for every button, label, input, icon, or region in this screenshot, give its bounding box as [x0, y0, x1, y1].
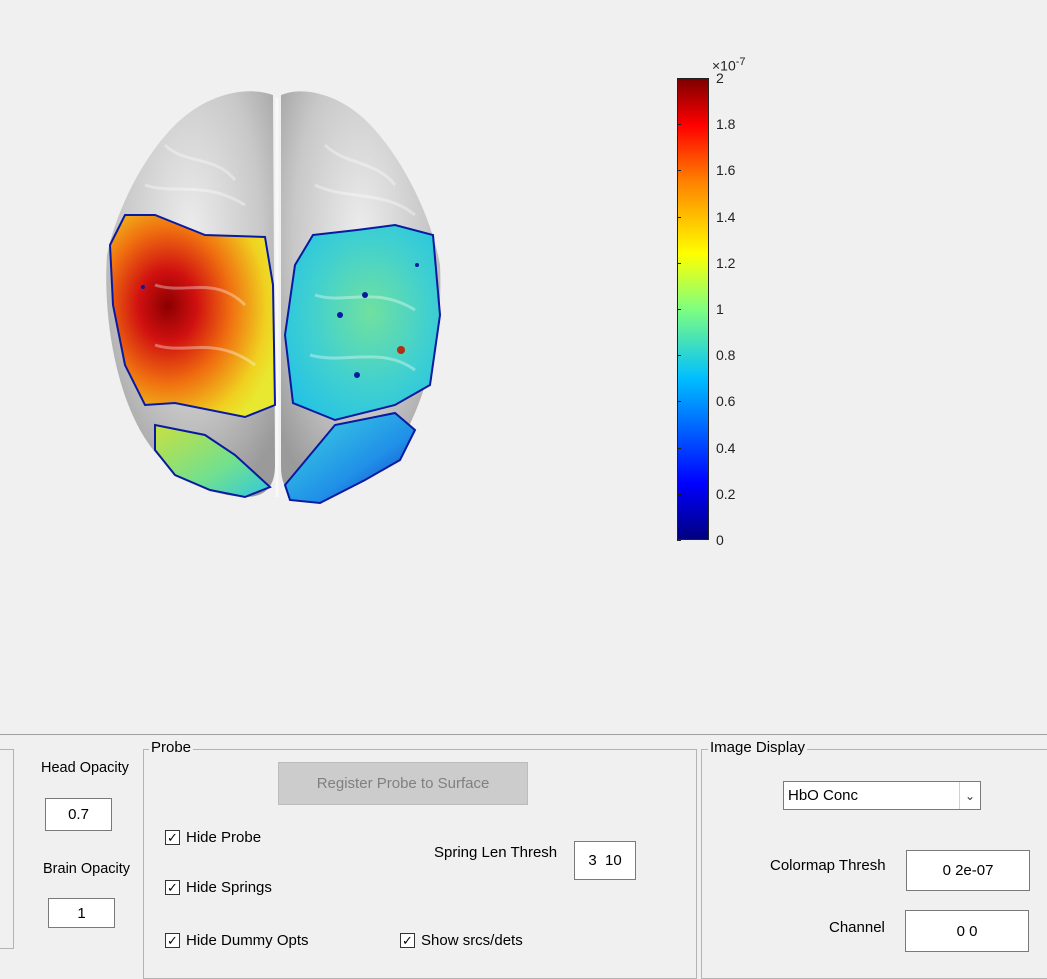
brain-opacity-field[interactable]: 1: [48, 898, 115, 928]
colorbar-tick-label: 1: [716, 301, 724, 317]
hide-springs-label: Hide Springs: [186, 879, 272, 896]
colorbar-tick-label: 1.4: [716, 208, 736, 225]
colormap-thresh-label: Colormap Thresh: [770, 857, 886, 874]
colorbar-tick-label: 0.6: [716, 393, 736, 410]
colorbar-tick-mark: [677, 355, 681, 357]
show-srcs-dets-checkbox[interactable]: ✓: [400, 933, 415, 948]
colorbar-tick-mark: [677, 216, 681, 218]
colorbar-tick-mark: [677, 493, 681, 495]
control-strip: Head Opacity 0.7 Brain Opacity 1 Probe R…: [0, 734, 1047, 979]
hide-dummy-opts-checkbox[interactable]: ✓: [165, 933, 180, 948]
colorbar-tick-label: 0.4: [716, 439, 736, 456]
hide-probe-checkbox[interactable]: ✓: [165, 830, 180, 845]
colorbar-tick-label: 1.8: [716, 116, 736, 133]
show-srcs-dets-label: Show srcs/dets: [421, 932, 523, 949]
brain-surface-render[interactable]: [95, 85, 455, 515]
colorbar-tick-label: 1.6: [716, 162, 736, 179]
colorbar-tick-mark: [677, 540, 681, 541]
right-activation-region: [283, 223, 442, 422]
brain-3d-view[interactable]: ×10-7 2 1.8 1.6 1.4 1.2 1 0.8 0.6 0.4 0.2 0: [0, 0, 1047, 735]
colorbar-tick-mark: [677, 447, 681, 449]
head-opacity-field[interactable]: 0.7: [45, 798, 112, 831]
hide-springs-checkbox[interactable]: ✓: [165, 880, 180, 895]
colorbar-tick-label: 0.8: [716, 347, 736, 364]
head-opacity-label: Head Opacity: [41, 760, 129, 776]
colorbar-tick-mark: [677, 401, 681, 403]
register-probe-button[interactable]: Register Probe to Surface: [278, 762, 528, 805]
probe-panel-title: Probe: [149, 739, 194, 756]
display-type-value: HbO Conc: [788, 787, 859, 804]
colorbar-tick-label: 0: [716, 532, 724, 548]
image-display-panel-title: Image Display: [708, 739, 808, 756]
colorbar-tick-mark: [677, 78, 681, 79]
colorbar-tick-mark: [677, 262, 681, 264]
chevron-down-icon[interactable]: ⌄: [959, 782, 980, 809]
brain-opacity-label: Brain Opacity: [43, 861, 131, 877]
colorbar-tick-mark: [677, 170, 681, 172]
colorbar-tick-mark: [677, 124, 681, 126]
colorbar-tick-label: 0.2: [716, 485, 736, 502]
colormap-thresh-field[interactable]: 0 2e-07: [906, 850, 1030, 891]
display-type-select[interactable]: HbO Conc ⌄: [783, 781, 981, 810]
left-activation-region: [108, 214, 277, 419]
channel-label: Channel: [829, 919, 885, 936]
channel-field[interactable]: 0 0: [905, 910, 1029, 952]
colorbar-tick-label: 1.2: [716, 254, 736, 271]
hide-dummy-opts-label: Hide Dummy Opts: [186, 932, 309, 949]
hide-probe-label: Hide Probe: [186, 829, 262, 846]
spring-len-thresh-field[interactable]: 3 10: [574, 841, 636, 880]
colorbar-tick-mark: [677, 309, 681, 310]
spring-len-thresh-label: Spring Len Thresh: [434, 844, 558, 861]
left-panel-edge: [0, 749, 14, 949]
colorbar: [677, 78, 709, 540]
colorbar-tick-label: 2: [716, 70, 724, 86]
